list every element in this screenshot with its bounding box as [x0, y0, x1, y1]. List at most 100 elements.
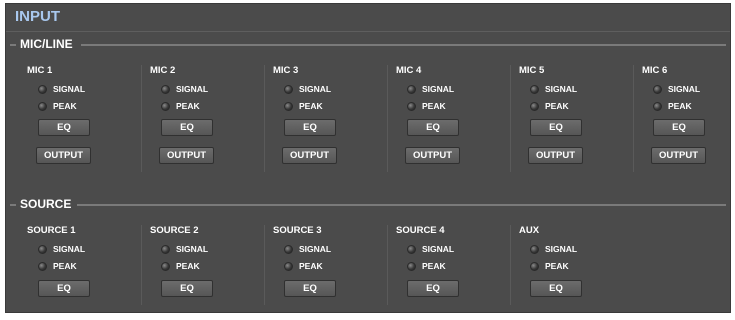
led-indicator-icon — [161, 101, 170, 111]
channel-source-1: SOURCE 1 SIGNAL PEAK EQ — [19, 225, 142, 305]
led-indicator-icon — [407, 84, 416, 94]
signal-label: SIGNAL — [176, 244, 209, 254]
eq-button[interactable]: EQ — [407, 119, 459, 136]
led-indicator-icon — [530, 101, 539, 111]
signal-label: SIGNAL — [422, 84, 455, 94]
signal-indicator: SIGNAL — [284, 84, 331, 94]
output-button[interactable]: OUTPUT — [159, 147, 214, 164]
channel-name: SOURCE 3 — [273, 225, 322, 236]
signal-label: SIGNAL — [299, 84, 332, 94]
led-indicator-icon — [38, 261, 47, 271]
peak-indicator: PEAK — [284, 101, 323, 111]
output-button[interactable]: OUTPUT — [651, 147, 706, 164]
led-indicator-icon — [530, 84, 539, 94]
eq-button[interactable]: EQ — [284, 280, 336, 297]
eq-button[interactable]: EQ — [161, 280, 213, 297]
signal-indicator: SIGNAL — [530, 244, 577, 254]
peak-label: PEAK — [422, 101, 446, 111]
peak-label: PEAK — [53, 261, 77, 271]
micline-section-label: MIC/LINE — [20, 37, 73, 51]
signal-indicator: SIGNAL — [407, 84, 454, 94]
led-indicator-icon — [407, 261, 416, 271]
input-panel: INPUT MIC/LINE MIC 1 SIGNAL PEAK EQ OUTP… — [5, 3, 731, 313]
led-indicator-icon — [284, 101, 293, 111]
led-indicator-icon — [530, 261, 539, 271]
source-section-label: SOURCE — [20, 197, 72, 211]
channel-name: MIC 5 — [519, 65, 545, 76]
signal-label: SIGNAL — [545, 244, 578, 254]
channel-mic-1: MIC 1 SIGNAL PEAK EQ OUTPUT — [19, 65, 142, 172]
channel-source-4: SOURCE 4 SIGNAL PEAK EQ — [388, 225, 511, 305]
signal-indicator: SIGNAL — [284, 244, 331, 254]
signal-label: SIGNAL — [53, 84, 86, 94]
signal-indicator: SIGNAL — [38, 84, 85, 94]
led-indicator-icon — [38, 244, 47, 254]
channel-source-2: SOURCE 2 SIGNAL PEAK EQ — [142, 225, 265, 305]
led-indicator-icon — [38, 84, 47, 94]
led-indicator-icon — [653, 101, 662, 111]
peak-indicator: PEAK — [38, 101, 77, 111]
section-rule — [10, 44, 16, 46]
eq-button[interactable]: EQ — [530, 280, 582, 297]
eq-button[interactable]: EQ — [161, 119, 213, 136]
channel-aux: AUX SIGNAL PEAK EQ — [511, 225, 634, 305]
channel-mic-6: MIC 6 SIGNAL PEAK EQ OUTPUT — [634, 65, 729, 172]
peak-indicator: PEAK — [407, 261, 446, 271]
eq-button[interactable]: EQ — [284, 119, 336, 136]
peak-indicator: PEAK — [161, 101, 200, 111]
channel-mic-3: MIC 3 SIGNAL PEAK EQ OUTPUT — [265, 65, 388, 172]
peak-label: PEAK — [299, 261, 323, 271]
eq-button[interactable]: EQ — [653, 119, 705, 136]
output-button[interactable]: OUTPUT — [405, 147, 460, 164]
led-indicator-icon — [407, 244, 416, 254]
channel-mic-4: MIC 4 SIGNAL PEAK EQ OUTPUT — [388, 65, 511, 172]
eq-button[interactable]: EQ — [407, 280, 459, 297]
channel-mic-2: MIC 2 SIGNAL PEAK EQ OUTPUT — [142, 65, 265, 172]
led-indicator-icon — [653, 84, 662, 94]
signal-indicator: SIGNAL — [161, 244, 208, 254]
signal-label: SIGNAL — [176, 84, 209, 94]
channel-mic-5: MIC 5 SIGNAL PEAK EQ OUTPUT — [511, 65, 634, 172]
peak-label: PEAK — [545, 101, 569, 111]
led-indicator-icon — [284, 244, 293, 254]
led-indicator-icon — [407, 101, 416, 111]
led-indicator-icon — [284, 261, 293, 271]
signal-label: SIGNAL — [668, 84, 701, 94]
led-indicator-icon — [161, 261, 170, 271]
section-rule — [77, 204, 726, 206]
peak-indicator: PEAK — [653, 101, 692, 111]
peak-label: PEAK — [545, 261, 569, 271]
eq-button[interactable]: EQ — [38, 119, 90, 136]
signal-indicator: SIGNAL — [161, 84, 208, 94]
channel-name: MIC 6 — [642, 65, 668, 76]
peak-label: PEAK — [176, 261, 200, 271]
output-button[interactable]: OUTPUT — [282, 147, 337, 164]
peak-label: PEAK — [299, 101, 323, 111]
section-rule — [10, 204, 16, 206]
led-indicator-icon — [530, 244, 539, 254]
signal-label: SIGNAL — [53, 244, 86, 254]
led-indicator-icon — [284, 84, 293, 94]
source-section-header: SOURCE — [10, 197, 726, 211]
led-indicator-icon — [161, 244, 170, 254]
channel-name: MIC 2 — [150, 65, 176, 76]
channel-source-3: SOURCE 3 SIGNAL PEAK EQ — [265, 225, 388, 305]
peak-label: PEAK — [53, 101, 77, 111]
signal-label: SIGNAL — [545, 84, 578, 94]
channel-name: SOURCE 1 — [27, 225, 76, 236]
channel-name: MIC 1 — [27, 65, 53, 76]
peak-indicator: PEAK — [284, 261, 323, 271]
micline-section-header: MIC/LINE — [10, 37, 726, 51]
led-indicator-icon — [161, 84, 170, 94]
channel-name: SOURCE 2 — [150, 225, 199, 236]
section-rule — [81, 44, 726, 46]
channel-name: MIC 3 — [273, 65, 299, 76]
eq-button[interactable]: EQ — [38, 280, 90, 297]
signal-indicator: SIGNAL — [38, 244, 85, 254]
eq-button[interactable]: EQ — [530, 119, 582, 136]
output-button[interactable]: OUTPUT — [528, 147, 583, 164]
channel-name: MIC 4 — [396, 65, 422, 76]
peak-indicator: PEAK — [530, 101, 569, 111]
signal-label: SIGNAL — [299, 244, 332, 254]
output-button[interactable]: OUTPUT — [36, 147, 91, 164]
